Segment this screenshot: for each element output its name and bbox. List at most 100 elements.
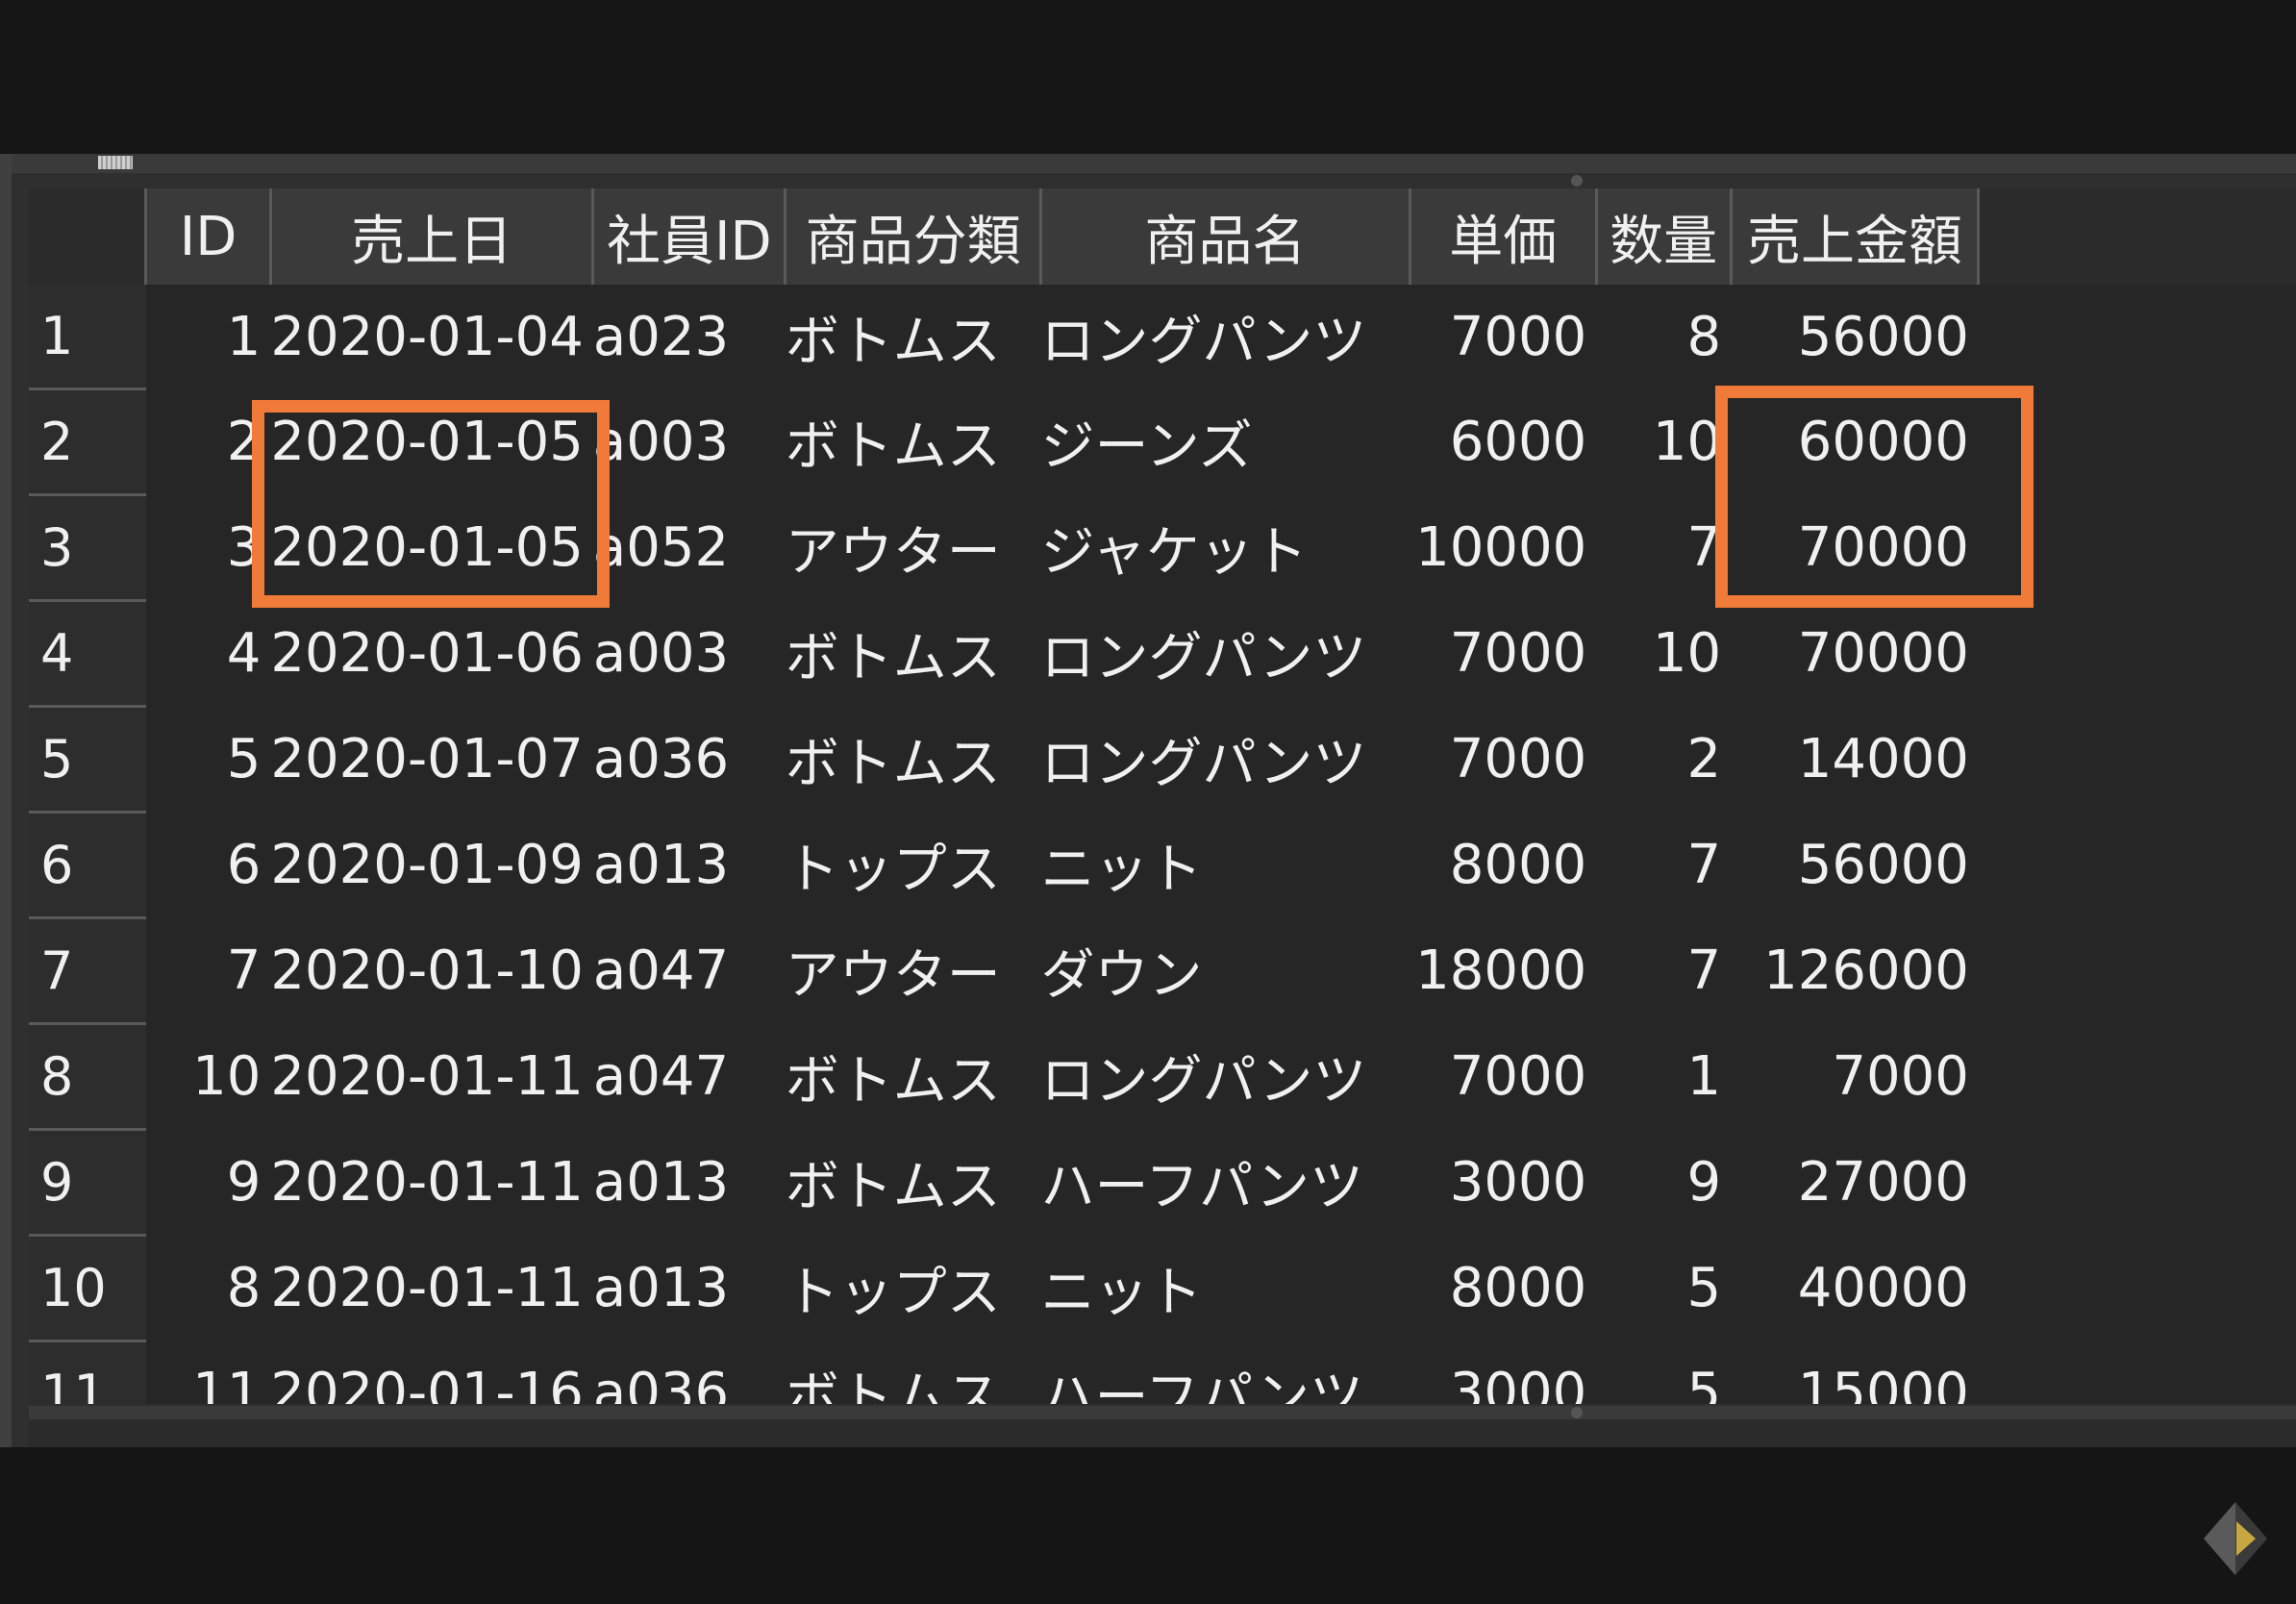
cell-product-name[interactable]: ジャケット — [1040, 494, 1410, 601]
cell-unit-price[interactable]: 3000 — [1410, 1341, 1597, 1404]
cell-id[interactable]: 4 — [145, 600, 271, 707]
row-number[interactable]: 10 — [29, 1235, 146, 1342]
cell-sales-amount[interactable]: 56000 — [1731, 812, 1979, 918]
empty-cell[interactable] — [1978, 706, 2296, 813]
column-header-product-name[interactable]: 商品名 — [1040, 188, 1411, 285]
cell-product-name[interactable]: ロングパンツ — [1040, 600, 1410, 707]
split-handle[interactable] — [1571, 175, 1583, 187]
cell-category[interactable]: アウター — [785, 917, 1041, 1024]
cell-quantity[interactable]: 5 — [1596, 1341, 1732, 1404]
cell-sales-date[interactable]: 2020-01-05 — [270, 388, 593, 495]
cell-unit-price[interactable]: 3000 — [1410, 1129, 1597, 1236]
cell-employee-id[interactable]: a036 — [592, 1341, 786, 1404]
cell-category[interactable]: ボトムス — [785, 285, 1041, 389]
cell-product-name[interactable]: ハーフパンツ — [1040, 1129, 1410, 1236]
cell-employee-id[interactable]: a003 — [592, 388, 786, 495]
cell-quantity[interactable]: 7 — [1596, 917, 1732, 1024]
cell-sales-amount[interactable]: 70000 — [1731, 494, 1979, 601]
cell-employee-id[interactable]: a013 — [592, 1235, 786, 1341]
cell-quantity[interactable]: 7 — [1596, 494, 1732, 601]
cell-category[interactable]: ボトムス — [785, 706, 1041, 813]
horizontal-scrollbar[interactable] — [29, 1406, 2296, 1419]
cell-product-name[interactable]: ダウン — [1040, 917, 1410, 1024]
cell-quantity[interactable]: 8 — [1596, 285, 1732, 389]
cell-sales-date[interactable]: 2020-01-09 — [270, 812, 593, 918]
cell-sales-amount[interactable]: 27000 — [1731, 1129, 1979, 1236]
empty-cell[interactable] — [1978, 600, 2296, 707]
cell-quantity[interactable]: 7 — [1596, 812, 1732, 918]
cell-sales-amount[interactable]: 56000 — [1731, 285, 1979, 389]
row-number[interactable]: 8 — [29, 1023, 146, 1131]
column-header-unit-price[interactable]: 単価 — [1410, 188, 1598, 285]
resize-grip-icon[interactable] — [98, 156, 133, 169]
cell-sales-date[interactable]: 2020-01-11 — [270, 1129, 593, 1236]
cell-category[interactable]: トップス — [785, 1235, 1041, 1341]
cell-employee-id[interactable]: a013 — [592, 1129, 786, 1236]
cell-sales-date[interactable]: 2020-01-04 — [270, 285, 593, 389]
cell-id[interactable]: 5 — [145, 706, 271, 813]
row-number[interactable]: 7 — [29, 917, 146, 1025]
cell-id[interactable]: 10 — [145, 1023, 271, 1130]
cell-sales-date[interactable]: 2020-01-06 — [270, 600, 593, 707]
cell-unit-price[interactable]: 7000 — [1410, 600, 1597, 707]
cell-quantity[interactable]: 2 — [1596, 706, 1732, 813]
cell-sales-amount[interactable]: 15000 — [1731, 1341, 1979, 1404]
cell-sales-amount[interactable]: 126000 — [1731, 917, 1979, 1024]
cell-unit-price[interactable]: 18000 — [1410, 917, 1597, 1024]
cell-id[interactable]: 11 — [145, 1341, 271, 1404]
cell-id[interactable]: 1 — [145, 285, 271, 389]
cell-category[interactable]: ボトムス — [785, 1129, 1041, 1236]
empty-cell[interactable] — [1978, 1023, 2296, 1130]
cell-unit-price[interactable]: 8000 — [1410, 812, 1597, 918]
cell-employee-id[interactable]: a047 — [592, 917, 786, 1024]
cell-sales-date[interactable]: 2020-01-11 — [270, 1023, 593, 1130]
cell-employee-id[interactable]: a013 — [592, 812, 786, 918]
cell-sales-date[interactable]: 2020-01-11 — [270, 1235, 593, 1341]
cell-id[interactable]: 8 — [145, 1235, 271, 1341]
row-number[interactable]: 11 — [29, 1341, 146, 1404]
cell-product-name[interactable]: ロングパンツ — [1040, 285, 1410, 389]
cell-sales-date[interactable]: 2020-01-07 — [270, 706, 593, 813]
row-number[interactable]: 9 — [29, 1129, 146, 1237]
row-number[interactable]: 2 — [29, 388, 146, 496]
empty-cell[interactable] — [1978, 285, 2296, 389]
cell-unit-price[interactable]: 7000 — [1410, 285, 1597, 389]
cell-sales-amount[interactable]: 7000 — [1731, 1023, 1979, 1130]
cell-sales-date[interactable]: 2020-01-10 — [270, 917, 593, 1024]
column-header-sales-amount[interactable]: 売上金額 — [1731, 188, 1981, 285]
cell-unit-price[interactable]: 7000 — [1410, 1023, 1597, 1130]
cell-sales-amount[interactable]: 60000 — [1731, 388, 1979, 495]
cell-category[interactable]: ボトムス — [785, 600, 1041, 707]
cell-product-name[interactable]: ニット — [1040, 812, 1410, 918]
cell-employee-id[interactable]: a052 — [592, 494, 786, 601]
cell-unit-price[interactable]: 7000 — [1410, 706, 1597, 813]
cell-quantity[interactable]: 1 — [1596, 1023, 1732, 1130]
empty-cell[interactable] — [1978, 1341, 2296, 1404]
column-header-id[interactable]: ID — [145, 188, 272, 285]
cell-id[interactable]: 3 — [145, 494, 271, 601]
cell-quantity[interactable]: 10 — [1596, 388, 1732, 495]
cell-product-name[interactable]: ロングパンツ — [1040, 1023, 1410, 1130]
cell-category[interactable]: ボトムス — [785, 388, 1041, 495]
scroll-split-handle[interactable] — [1571, 1407, 1583, 1418]
cell-product-name[interactable]: ロングパンツ — [1040, 706, 1410, 813]
empty-cell[interactable] — [1978, 917, 2296, 1024]
empty-cell[interactable] — [1978, 388, 2296, 495]
cell-id[interactable]: 9 — [145, 1129, 271, 1236]
select-all-corner[interactable] — [29, 188, 148, 285]
column-header-sales-date[interactable]: 売上日 — [270, 188, 595, 285]
cell-sales-amount[interactable]: 40000 — [1731, 1235, 1979, 1341]
cell-unit-price[interactable]: 8000 — [1410, 1235, 1597, 1341]
cell-employee-id[interactable]: a036 — [592, 706, 786, 813]
column-header-employee-id[interactable]: 社員ID — [592, 188, 787, 285]
cell-sales-amount[interactable]: 14000 — [1731, 706, 1979, 813]
row-number[interactable]: 4 — [29, 600, 146, 708]
cell-unit-price[interactable]: 10000 — [1410, 494, 1597, 601]
cell-quantity[interactable]: 5 — [1596, 1235, 1732, 1341]
row-number[interactable]: 1 — [29, 285, 146, 390]
cell-id[interactable]: 7 — [145, 917, 271, 1024]
cell-unit-price[interactable]: 6000 — [1410, 388, 1597, 495]
empty-cell[interactable] — [1978, 812, 2296, 918]
empty-cell[interactable] — [1978, 494, 2296, 601]
empty-cell[interactable] — [1978, 1235, 2296, 1341]
